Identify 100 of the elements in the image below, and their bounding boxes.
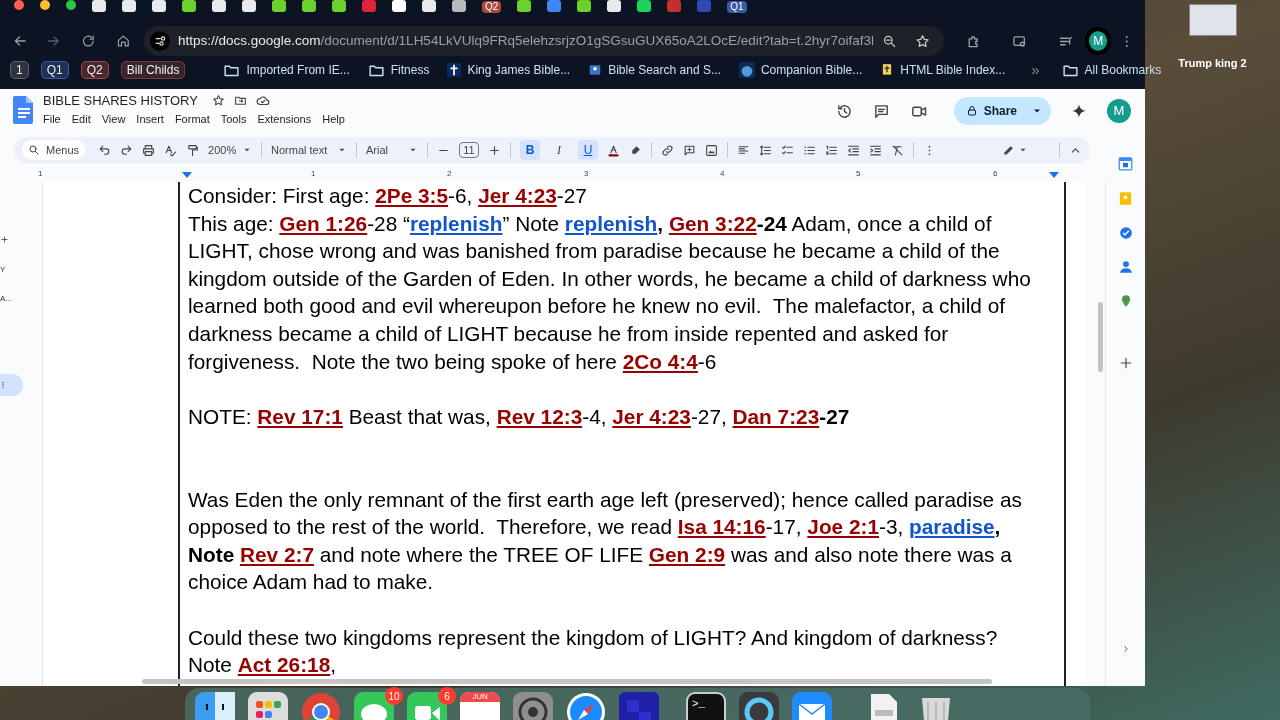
numbered-list-icon[interactable]	[825, 143, 839, 157]
scripture-link[interactable]: Rev 2:7	[240, 542, 314, 566]
menu-item[interactable]: Help	[322, 111, 345, 128]
scripture-link[interactable]: Jer 4:23	[478, 184, 557, 207]
home-icon[interactable]	[115, 33, 131, 49]
bookmark-link[interactable]: King James Bible...	[467, 61, 571, 79]
align-left-icon[interactable]	[737, 143, 751, 157]
scripture-link[interactable]: Act 26:18	[237, 653, 331, 677]
bookmark-chip[interactable]: Bill Childs	[120, 61, 186, 79]
app-grid-icon[interactable]	[248, 692, 288, 720]
scripture-link[interactable]: Isa 14:16	[677, 515, 766, 539]
scripture-link[interactable]: Gen 1:26	[279, 211, 368, 235]
paint-format-icon[interactable]	[186, 143, 200, 157]
link-icon[interactable]	[661, 143, 675, 157]
tab-favicon-icon[interactable]	[517, 0, 532, 12]
menus-search-field[interactable]: Menus	[22, 140, 86, 160]
bookmark-star-icon[interactable]	[915, 32, 931, 50]
bookmark-link[interactable]: HTML Bible Index...	[900, 61, 1006, 79]
menu-item[interactable]: Edit	[71, 111, 91, 128]
menu-item[interactable]: Insert	[136, 111, 164, 128]
bookmark-link[interactable]: Companion Bible...	[760, 61, 863, 79]
edit-pencil-icon[interactable]	[1002, 143, 1015, 157]
font-dropdown[interactable]: Arial	[366, 141, 419, 159]
font-size-field[interactable]: 11	[459, 142, 480, 158]
spellcheck-icon[interactable]	[164, 143, 178, 157]
style-dropdown[interactable]: Normal text	[271, 141, 348, 159]
link[interactable]: paradise	[909, 515, 995, 539]
document-title[interactable]: BIBLE SHARES HISTORY	[43, 93, 198, 108]
bookmark-chip[interactable]: 1	[10, 61, 29, 79]
bookmark-link[interactable]: All Bookmarks	[1084, 61, 1162, 79]
line-spacing-icon[interactable]	[759, 143, 773, 157]
calendar-app-icon[interactable]: JUN	[460, 692, 500, 720]
print-icon[interactable]	[142, 143, 156, 157]
format-button[interactable]: I	[549, 140, 570, 160]
horizontal-scrollbar[interactable]	[142, 679, 992, 684]
bookmark-link[interactable]: Fitness	[390, 61, 430, 79]
zoom-dropdown[interactable]: 200%	[208, 141, 253, 159]
tab-favicon-icon[interactable]	[577, 0, 592, 12]
star-icon[interactable]	[211, 94, 225, 107]
outline-item[interactable]: A...	[0, 293, 12, 305]
share-button[interactable]: Share	[953, 97, 1051, 125]
format-button[interactable]: B	[520, 140, 541, 160]
comment-icon[interactable]	[872, 102, 890, 120]
add-tab-icon[interactable]	[0, 235, 9, 244]
indent-marker-icon[interactable]	[182, 172, 192, 178]
scripture-link[interactable]: 2Co 4:4	[622, 349, 698, 373]
outline-item[interactable]: Y	[0, 264, 6, 276]
text-color-icon[interactable]	[607, 143, 621, 157]
scripture-link[interactable]: Rev 17:1	[257, 404, 343, 428]
increase-size-icon[interactable]	[488, 143, 502, 157]
link[interactable]: replenish	[564, 211, 658, 235]
envelope-icon[interactable]	[792, 692, 832, 720]
sparkle-icon[interactable]	[1071, 103, 1087, 119]
scrollbar-thumb[interactable]	[1098, 302, 1103, 372]
undo-icon[interactable]	[98, 143, 112, 157]
add-icon[interactable]	[1118, 356, 1133, 370]
menu-item[interactable]: Extensions	[257, 111, 312, 128]
tab-label[interactable]: Q1	[727, 1, 747, 13]
reload-icon[interactable]	[81, 33, 96, 49]
tab-favicon-icon[interactable]	[637, 0, 652, 12]
scripture-link[interactable]: Gen 3:22	[668, 211, 757, 235]
increase-indent-icon[interactable]	[869, 143, 883, 157]
scripture-link[interactable]: Gen 2:9	[648, 542, 726, 566]
terminal-app-icon[interactable]: >_	[686, 692, 726, 720]
decrease-indent-icon[interactable]	[847, 143, 861, 157]
scripture-link[interactable]: Joe 2:1	[807, 515, 879, 539]
gear-icon[interactable]	[513, 692, 553, 720]
redo-icon[interactable]	[120, 143, 134, 157]
cloud-saved-icon[interactable]	[255, 93, 270, 108]
scripture-link[interactable]: Jer 4:23	[612, 404, 691, 428]
image-icon[interactable]	[705, 143, 719, 157]
menu-item[interactable]: Tools	[220, 111, 247, 128]
chrome-icon[interactable]	[301, 692, 341, 720]
scripture-link[interactable]: 2Pe 3:5	[375, 184, 449, 207]
compass-icon[interactable]	[566, 692, 606, 720]
scripture-link[interactable]: Dan 7:23	[732, 404, 820, 428]
link[interactable]: replenish	[409, 211, 503, 235]
bookmark-chip[interactable]: Q2	[80, 61, 109, 79]
person-icon[interactable]	[1118, 260, 1133, 274]
scripture-link[interactable]: Rev 12:3	[496, 404, 583, 428]
clear-formatting-icon[interactable]	[891, 143, 905, 157]
bookmark-chip[interactable]: Q1	[40, 61, 69, 79]
indent-marker-icon[interactable]	[1049, 172, 1059, 178]
version-history-icon[interactable]	[835, 102, 853, 120]
tab-favicon-icon[interactable]	[607, 0, 622, 12]
menu-item[interactable]: File	[43, 111, 61, 128]
add-comment-icon[interactable]	[683, 143, 697, 157]
menu-item[interactable]: Format	[174, 111, 210, 128]
tasks-icon[interactable]	[1118, 226, 1133, 240]
address-bar[interactable]: https://docs.google.com/document/d/1LH54LkVUlq9FRq5elehzsrjzO1gSGsuGUX65oA2LOcE/edit?tab=t.2hyr7oifaf3l	[144, 26, 945, 56]
file-label[interactable]: Trump king 2	[1178, 55, 1247, 72]
bookmark-link[interactable]: Imported From IE...	[246, 61, 350, 79]
screenshot-thumbnail[interactable]	[1188, 4, 1237, 36]
menu-item[interactable]: View	[101, 111, 126, 128]
tab-label[interactable]: Q2	[482, 1, 502, 13]
calendar-icon[interactable]	[1118, 156, 1133, 171]
highlighter-icon[interactable]	[629, 143, 643, 157]
magnifier-icon[interactable]	[739, 692, 779, 720]
checklist-icon[interactable]	[781, 143, 795, 157]
bookmark-link[interactable]: Bible Search and S...	[608, 61, 721, 79]
